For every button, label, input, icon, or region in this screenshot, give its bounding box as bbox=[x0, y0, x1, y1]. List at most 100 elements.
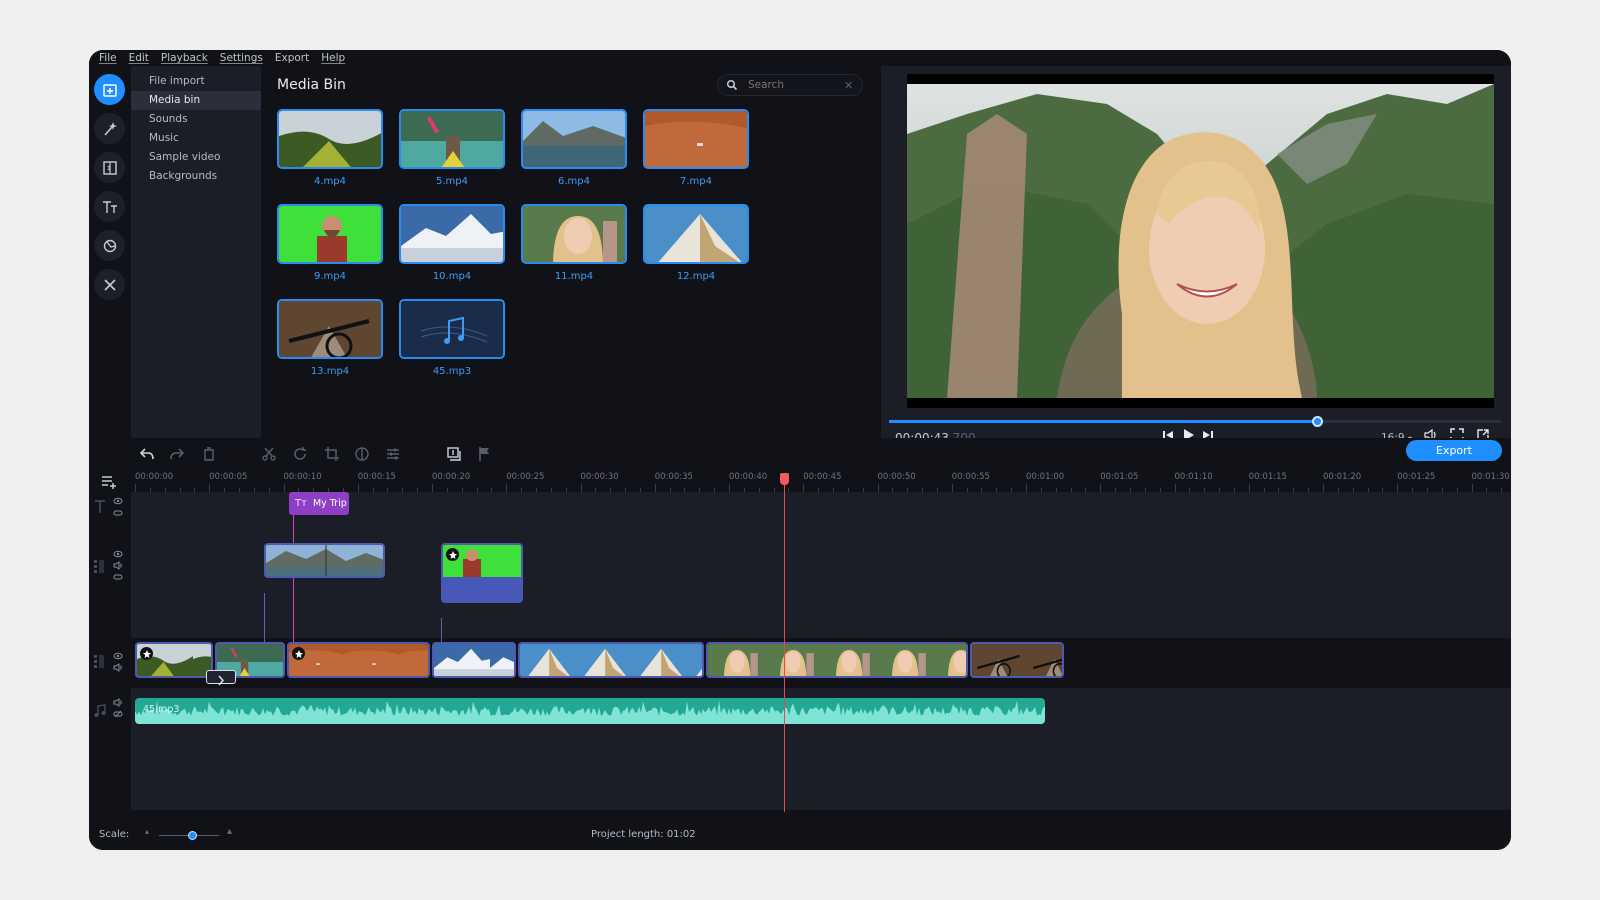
zoom-in-icon[interactable]: ▴ bbox=[227, 826, 232, 837]
marker-button[interactable] bbox=[477, 446, 493, 462]
preview-frame bbox=[907, 74, 1494, 408]
delete-button[interactable] bbox=[201, 446, 217, 462]
menu-file[interactable]: File bbox=[99, 52, 117, 64]
rail-transitions-button[interactable] bbox=[94, 152, 125, 183]
media-item-label[interactable]: 6.mp4 bbox=[521, 176, 627, 187]
media-item-thumbnail[interactable] bbox=[521, 204, 627, 264]
crop-button[interactable] bbox=[324, 446, 340, 462]
ruler-tick-label: 00:00:40 bbox=[729, 472, 768, 482]
ruler-tick bbox=[1026, 484, 1027, 492]
rail-titles-button[interactable] bbox=[94, 191, 125, 222]
export-button[interactable]: Export bbox=[1406, 440, 1502, 461]
media-item-label[interactable]: 13.mp4 bbox=[277, 366, 383, 377]
rail-stickers-button[interactable] bbox=[94, 230, 125, 261]
eye-icon[interactable] bbox=[113, 497, 123, 505]
media-item-label[interactable]: 9.mp4 bbox=[277, 271, 383, 282]
media-item-label[interactable]: 11.mp4 bbox=[521, 271, 627, 282]
media-item-label[interactable]: 10.mp4 bbox=[399, 271, 505, 282]
video-clip[interactable] bbox=[135, 642, 213, 678]
titles-icon bbox=[102, 200, 117, 213]
link-icon[interactable] bbox=[113, 509, 123, 517]
media-item-label[interactable]: 4.mp4 bbox=[277, 176, 383, 187]
rail-import-button[interactable] bbox=[94, 74, 125, 105]
category-media-bin[interactable]: Media bin bbox=[131, 91, 261, 110]
overlay-audio-part[interactable] bbox=[441, 577, 523, 603]
media-item-thumbnail[interactable] bbox=[277, 109, 383, 169]
media-item-thumbnail[interactable] bbox=[399, 299, 505, 359]
media-item-thumbnail[interactable] bbox=[399, 109, 505, 169]
redo-button[interactable] bbox=[169, 446, 185, 462]
media-item-label[interactable]: 12.mp4 bbox=[643, 271, 749, 282]
menu-export[interactable]: Export bbox=[275, 52, 309, 64]
media-item-label[interactable]: 7.mp4 bbox=[643, 176, 749, 187]
media-item-thumbnail[interactable] bbox=[277, 204, 383, 264]
video-clip[interactable] bbox=[970, 642, 1064, 678]
star-icon bbox=[292, 647, 305, 660]
menu-help[interactable]: Help bbox=[321, 52, 345, 64]
star-icon bbox=[140, 647, 153, 660]
audio-clip[interactable]: 45.mp3 bbox=[135, 698, 1045, 724]
search-input[interactable] bbox=[748, 79, 838, 91]
clear-search-icon[interactable]: ✕ bbox=[844, 79, 853, 92]
media-item-thumbnail[interactable] bbox=[399, 204, 505, 264]
category-music[interactable]: Music bbox=[131, 129, 261, 148]
thumbnail-image bbox=[645, 111, 747, 167]
scale-slider[interactable] bbox=[159, 831, 219, 840]
media-item-thumbnail[interactable] bbox=[277, 299, 383, 359]
playhead-handle[interactable] bbox=[779, 473, 789, 485]
playback-scrubber[interactable] bbox=[889, 416, 1501, 427]
scale-slider-handle[interactable] bbox=[188, 831, 197, 840]
overlay-clip-lake[interactable] bbox=[264, 543, 385, 578]
menu-settings[interactable]: Settings bbox=[220, 52, 263, 64]
speaker-icon[interactable] bbox=[113, 561, 123, 570]
media-item-label[interactable]: 45.mp3 bbox=[399, 366, 505, 377]
timeline-ruler[interactable]: 00:00:00 00:00:05 00:00:10 00:00:15 00:00:20… bbox=[131, 468, 1511, 492]
search-box[interactable]: ✕ bbox=[717, 74, 863, 96]
star-icon bbox=[446, 548, 459, 561]
media-item-thumbnail[interactable] bbox=[643, 204, 749, 264]
video-preview[interactable] bbox=[907, 74, 1494, 408]
eye-icon[interactable] bbox=[113, 550, 123, 558]
speaker-icon[interactable] bbox=[113, 663, 123, 672]
category-list: File import Media bin Sounds Music Sampl… bbox=[131, 66, 261, 438]
color-adjust-button[interactable] bbox=[354, 446, 370, 462]
media-item-thumbnail[interactable] bbox=[521, 109, 627, 169]
link-icon[interactable] bbox=[113, 573, 123, 581]
title-clip[interactable]: Tт My Trip bbox=[289, 492, 349, 515]
media-item-thumbnail[interactable] bbox=[643, 109, 749, 169]
video-clip[interactable] bbox=[287, 642, 430, 678]
split-button[interactable] bbox=[261, 446, 277, 462]
category-file-import[interactable]: File import bbox=[131, 72, 261, 91]
category-sounds[interactable]: Sounds bbox=[131, 110, 261, 129]
overlay-icon bbox=[447, 447, 461, 461]
rail-tools-button[interactable] bbox=[94, 269, 125, 300]
link-off-icon[interactable] bbox=[113, 710, 123, 718]
overlay-clip-greenscreen[interactable] bbox=[441, 543, 523, 578]
ruler-tick-label: 00:00:20 bbox=[432, 472, 471, 482]
category-sample-video[interactable]: Sample video bbox=[131, 148, 261, 167]
transition-marker[interactable] bbox=[206, 670, 236, 686]
ruler-tick bbox=[283, 484, 285, 492]
undo-button[interactable] bbox=[139, 446, 155, 462]
rotate-button[interactable] bbox=[292, 446, 308, 462]
ruler-tick bbox=[877, 484, 879, 492]
scrubber-handle[interactable] bbox=[1312, 416, 1324, 427]
scissors-icon bbox=[262, 447, 276, 461]
menu-edit[interactable]: Edit bbox=[129, 52, 149, 64]
transitions-icon bbox=[102, 160, 117, 175]
menu-playback[interactable]: Playback bbox=[161, 52, 208, 64]
category-backgrounds[interactable]: Backgrounds bbox=[131, 167, 261, 186]
video-clip[interactable] bbox=[432, 642, 516, 678]
clip-properties-button[interactable] bbox=[385, 446, 401, 462]
eye-icon[interactable] bbox=[113, 652, 123, 660]
add-track-button[interactable] bbox=[101, 474, 117, 490]
media-item-label[interactable]: 5.mp4 bbox=[399, 176, 505, 187]
zoom-out-icon[interactable]: ▴ bbox=[145, 827, 149, 836]
video-clip[interactable] bbox=[518, 642, 704, 678]
rail-filters-button[interactable] bbox=[94, 113, 125, 144]
overlay-button[interactable] bbox=[446, 446, 462, 462]
speaker-icon[interactable] bbox=[113, 698, 123, 707]
trash-icon bbox=[204, 447, 214, 461]
video-clip[interactable] bbox=[706, 642, 968, 678]
text-track-icon bbox=[95, 500, 105, 513]
